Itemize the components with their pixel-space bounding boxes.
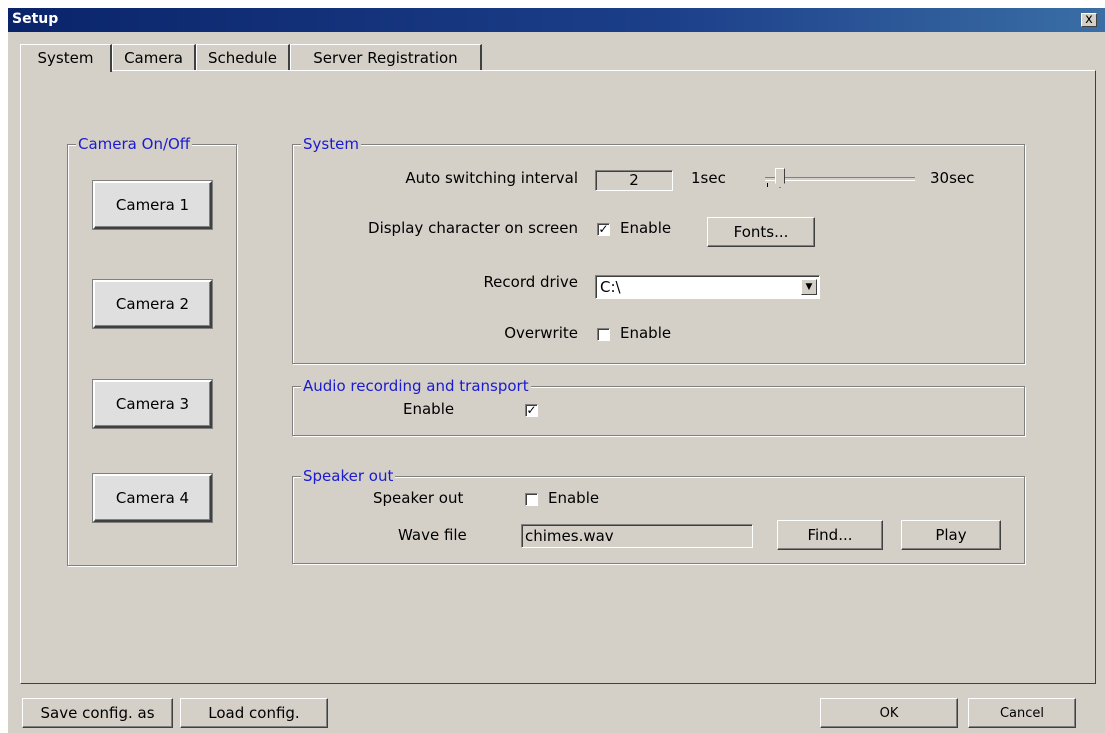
tab-camera[interactable]: Camera bbox=[112, 44, 196, 70]
speaker-out-label: Speaker out bbox=[373, 489, 464, 507]
camera-3-button[interactable]: Camera 3 bbox=[93, 380, 212, 428]
display-char-checkbox[interactable]: ✓ bbox=[597, 223, 610, 236]
load-config-button[interactable]: Load config. bbox=[180, 698, 328, 728]
audio-enable-label: Enable bbox=[403, 400, 455, 418]
slider-max-label: 30sec bbox=[930, 169, 975, 187]
chevron-down-icon[interactable]: ▼ bbox=[801, 279, 817, 295]
speaker-out-enable-label: Enable bbox=[548, 489, 600, 507]
display-char-label: Display character on screen bbox=[368, 219, 578, 237]
play-button[interactable]: Play bbox=[901, 520, 1001, 550]
record-drive-label: Record drive bbox=[483, 273, 578, 291]
slider-min-label: 1sec bbox=[691, 169, 726, 187]
audio-enable-checkbox[interactable]: ✓ bbox=[525, 404, 538, 417]
system-group-title: System bbox=[301, 135, 361, 153]
wave-file-value: chimes.wav bbox=[525, 527, 614, 545]
fonts-button[interactable]: Fonts... bbox=[707, 217, 815, 247]
window-title: Setup bbox=[12, 11, 59, 27]
slider-tick bbox=[767, 183, 768, 187]
record-drive-select[interactable]: C:\ ▼ bbox=[595, 275, 820, 299]
camera-1-button[interactable]: Camera 1 bbox=[93, 181, 212, 229]
speaker-group-title: Speaker out bbox=[301, 467, 396, 485]
auto-switch-value-field[interactable]: 2 bbox=[595, 170, 673, 191]
overwrite-label: Overwrite bbox=[504, 324, 578, 342]
speaker-out-checkbox[interactable] bbox=[525, 493, 538, 506]
find-button[interactable]: Find... bbox=[777, 520, 883, 550]
wave-file-label: Wave file bbox=[398, 526, 467, 544]
audio-group-title: Audio recording and transport bbox=[301, 377, 531, 395]
title-bar: Setup bbox=[8, 8, 1105, 32]
audio-group: Audio recording and transport bbox=[292, 377, 1025, 436]
tab-server-registration[interactable]: Server Registration bbox=[290, 44, 482, 70]
close-button[interactable]: x bbox=[1081, 13, 1097, 27]
wave-file-field[interactable]: chimes.wav bbox=[521, 524, 753, 548]
camera-4-button[interactable]: Camera 4 bbox=[93, 474, 212, 522]
camera-onoff-group-title: Camera On/Off bbox=[76, 135, 193, 153]
overwrite-checkbox[interactable] bbox=[597, 328, 610, 341]
overwrite-enable-label: Enable bbox=[620, 324, 672, 342]
camera-2-button[interactable]: Camera 2 bbox=[93, 280, 212, 328]
display-char-enable-label: Enable bbox=[620, 219, 672, 237]
save-config-button[interactable]: Save config. as bbox=[22, 698, 173, 728]
tab-schedule[interactable]: Schedule bbox=[196, 44, 290, 70]
record-drive-value: C:\ bbox=[600, 278, 621, 296]
auto-switch-label: Auto switching interval bbox=[405, 169, 578, 187]
ok-button[interactable]: OK bbox=[820, 698, 958, 728]
tab-system[interactable]: System bbox=[20, 44, 112, 72]
interval-slider-track[interactable] bbox=[765, 177, 915, 181]
cancel-button[interactable]: Cancel bbox=[968, 698, 1076, 728]
